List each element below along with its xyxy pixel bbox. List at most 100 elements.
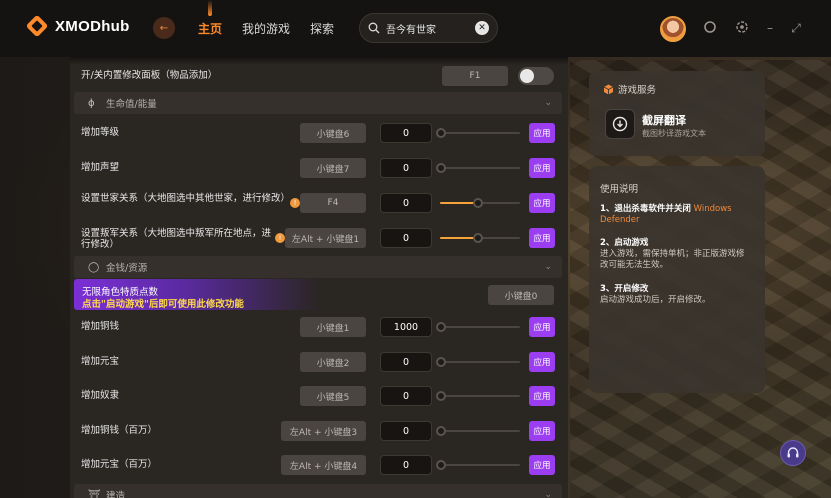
section-money[interactable]: ◯ 金钱/资源 ⌄: [74, 256, 562, 278]
apply-button[interactable]: 应用: [529, 158, 555, 178]
banner-hotkey[interactable]: 小键盘0: [488, 285, 554, 305]
apply-button[interactable]: 应用: [529, 123, 555, 143]
help-title: 使用说明: [600, 184, 639, 195]
value-input[interactable]: 0: [380, 193, 432, 213]
slider-knob[interactable]: [436, 391, 446, 401]
apply-button[interactable]: 应用: [529, 317, 555, 337]
help-step-head: 2、启动游戏: [600, 238, 649, 248]
download-circle-icon: [612, 116, 628, 132]
apply-button[interactable]: 应用: [529, 421, 555, 441]
table-row: 增加元宝（百万） 左Alt + 小键盘4 0 应用: [70, 455, 568, 475]
chevron-down-icon: ⌄: [544, 490, 552, 498]
nav-home[interactable]: 主页: [198, 20, 222, 37]
slider-knob[interactable]: [436, 163, 446, 173]
value-slider[interactable]: [436, 163, 520, 173]
nav-explore[interactable]: 探索: [310, 20, 334, 37]
nav-my-games[interactable]: 我的游戏: [242, 20, 290, 37]
hotkey[interactable]: 左Alt + 小键盘1: [285, 228, 366, 248]
section-money-title: 金钱/资源: [106, 263, 148, 274]
value-input[interactable]: 0: [380, 352, 432, 372]
settings-icon[interactable]: [734, 20, 750, 36]
slider-knob[interactable]: [473, 198, 483, 208]
hotkey[interactable]: 小键盘5: [300, 386, 366, 406]
value-input[interactable]: 0: [380, 421, 432, 441]
row-label: 增加奴隶: [81, 390, 120, 401]
hotkey[interactable]: 小键盘1: [300, 317, 366, 337]
value-slider[interactable]: [440, 198, 520, 208]
top-option-row: 开/关内置修改面板（物品添加） F1: [70, 66, 568, 86]
table-row: 增加等级 小键盘6 0 应用: [70, 123, 568, 143]
table-row: 增加声望 小键盘7 0 应用: [70, 158, 568, 178]
slider-knob[interactable]: [473, 233, 483, 243]
table-row: 设置世家关系（大地图选中其他世家，进行修改） ! F4 0 应用: [70, 193, 568, 213]
value-slider[interactable]: [436, 391, 520, 401]
row-label: 增加铜钱（百万）: [81, 425, 158, 436]
feature-banner: 无限角色特质点数 点击"启动游戏"后即可使用此修改功能: [74, 279, 320, 310]
table-row: 增加铜钱 小键盘1 1000 应用: [70, 317, 568, 337]
service-name[interactable]: 截屏翻译: [642, 112, 686, 128]
slider-knob[interactable]: [436, 460, 446, 470]
info-icon[interactable]: !: [290, 198, 300, 208]
notification-icon[interactable]: [702, 20, 718, 36]
value-input[interactable]: 0: [380, 123, 432, 143]
hotkey[interactable]: 左Alt + 小键盘3: [281, 421, 366, 441]
slider-knob[interactable]: [436, 426, 446, 436]
service-card: 游戏服务 截屏翻译 截图秒译游戏文本: [589, 71, 765, 156]
hotkey[interactable]: 小键盘2: [300, 352, 366, 372]
table-row: 设置叛军关系（大地图选中叛军所在地点，进行修改） ! 左Alt + 小键盘1 0…: [70, 228, 568, 250]
chevron-down-icon: ⌄: [544, 98, 552, 108]
translate-tool-button[interactable]: [605, 109, 635, 139]
section-build-title: 建造: [106, 491, 126, 498]
logo[interactable]: XMODhub: [27, 16, 130, 36]
apply-button[interactable]: 应用: [529, 193, 555, 213]
cube-icon: [603, 84, 614, 94]
value-slider[interactable]: [436, 426, 520, 436]
value-input[interactable]: 0: [380, 228, 432, 248]
slider-knob[interactable]: [436, 128, 446, 138]
hotkey[interactable]: F4: [300, 193, 366, 213]
back-button[interactable]: ←: [153, 17, 175, 39]
service-title-text: 游戏服务: [618, 85, 657, 96]
info-icon[interactable]: !: [275, 233, 285, 243]
value-input[interactable]: 0: [380, 455, 432, 475]
section-build[interactable]: ⛩ 建造 ⌄: [74, 484, 562, 498]
help-step-head: 1、退出杀毒软件并关闭: [600, 204, 691, 214]
headset-icon: [787, 447, 799, 458]
apply-button[interactable]: 应用: [529, 386, 555, 406]
search-box: ✕: [359, 13, 498, 43]
value-input[interactable]: 1000: [380, 317, 432, 337]
row-label: 设置世家关系（大地图选中其他世家，进行修改）: [81, 193, 291, 204]
value-slider[interactable]: [440, 233, 520, 243]
hotkey[interactable]: 左Alt + 小键盘4: [281, 455, 366, 475]
support-button[interactable]: [780, 440, 806, 466]
apply-button[interactable]: 应用: [529, 228, 555, 248]
section-health[interactable]: ϕ 生命值/能量 ⌄: [74, 92, 562, 114]
top-option-key[interactable]: F1: [442, 66, 508, 86]
value-slider[interactable]: [436, 128, 520, 138]
table-row: 增加铜钱（百万） 左Alt + 小键盘3 0 应用: [70, 421, 568, 441]
apply-button[interactable]: 应用: [529, 455, 555, 475]
help-step-1: 1、退出杀毒软件并关闭 Windows Defender: [600, 204, 750, 226]
minimize-icon[interactable]: –: [762, 20, 778, 36]
hotkey[interactable]: 小键盘6: [300, 123, 366, 143]
value-input[interactable]: 0: [380, 158, 432, 178]
chevron-down-icon: ⌄: [544, 262, 552, 272]
row-label: 增加元宝: [81, 356, 120, 367]
apply-button[interactable]: 应用: [529, 352, 555, 372]
search-input[interactable]: [386, 22, 475, 34]
value-slider[interactable]: [436, 322, 520, 332]
slider-knob[interactable]: [436, 322, 446, 332]
clear-search-icon[interactable]: ✕: [475, 21, 489, 35]
mod-panel: 开/关内置修改面板（物品添加） F1 ϕ 生命值/能量 ⌄ 增加等级 小键盘6 …: [70, 57, 568, 498]
value-slider[interactable]: [436, 460, 520, 470]
value-slider[interactable]: [436, 357, 520, 367]
top-option-toggle[interactable]: [518, 67, 554, 85]
top-bar: XMODhub ← 主页 我的游戏 探索 ✕ – ⤢: [0, 0, 831, 57]
avatar[interactable]: [660, 16, 686, 42]
slider-knob[interactable]: [436, 357, 446, 367]
hotkey[interactable]: 小键盘7: [300, 158, 366, 178]
value-input[interactable]: 0: [380, 386, 432, 406]
shrink-icon[interactable]: ⤢: [788, 20, 804, 36]
service-title: 游戏服务: [603, 82, 656, 96]
xmod-logo-icon: [27, 16, 47, 36]
